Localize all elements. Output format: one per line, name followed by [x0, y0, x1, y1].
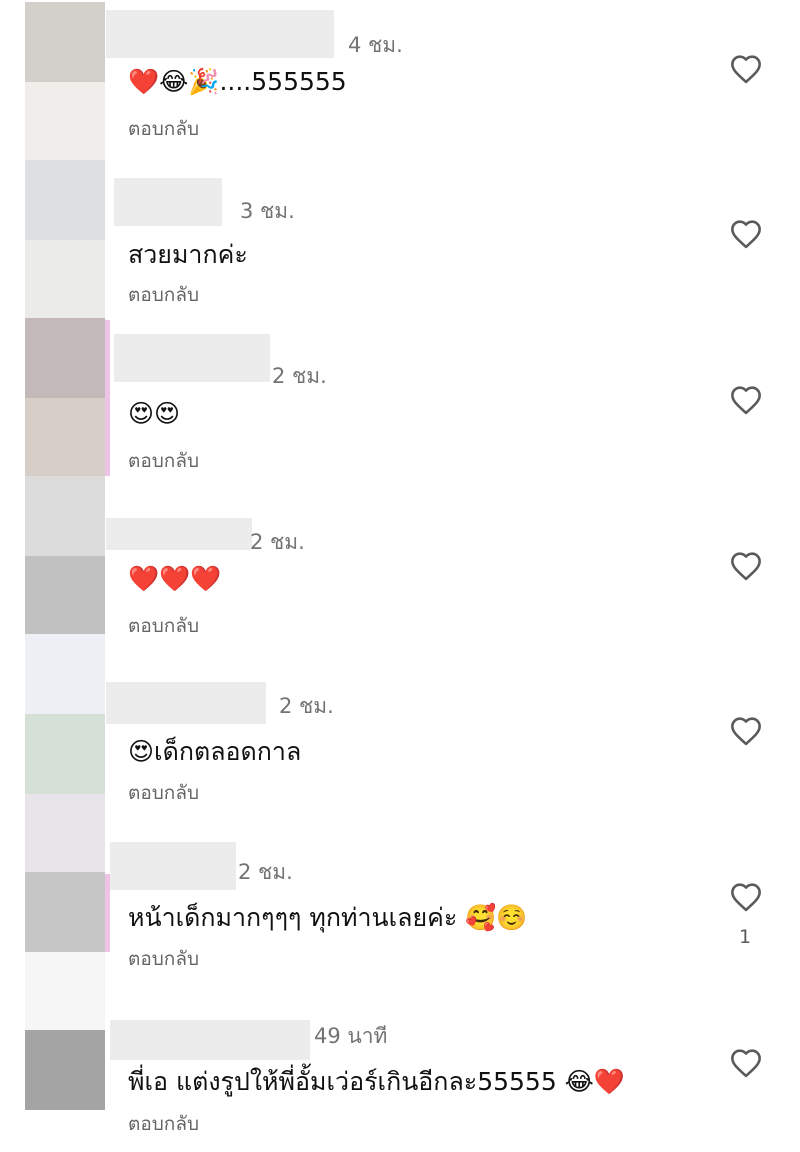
comment-item: 3 ชม. สวยมากค่ะ ตอบกลับ	[0, 166, 800, 331]
heart-outline-icon[interactable]	[729, 716, 763, 746]
reply-button[interactable]: ตอบกลับ	[128, 280, 199, 310]
comment-item: 2 ชม. 😍😍 ตอบกลับ	[0, 332, 800, 497]
heart-outline-icon[interactable]	[729, 882, 763, 912]
comment-item: 2 ชม. ❤️❤️❤️ ตอบกลับ	[0, 498, 800, 663]
comment-time: 2 ชม.	[272, 364, 327, 388]
comment-text: 😍เด็กตลอดกาล	[128, 737, 302, 766]
comment-item: 2 ชม. 😍เด็กตลอดกาล ตอบกลับ	[0, 664, 800, 829]
like-count: 1	[738, 926, 752, 948]
comment-time: 2 ชม.	[238, 860, 293, 884]
comment-time: 3 ชม.	[240, 199, 295, 223]
heart-outline-icon[interactable]	[729, 219, 763, 249]
comment-item: 49 นาที พี่เอ แต่งรูปให้พี่อั้มเว่อร์เกิ…	[0, 996, 800, 1152]
comment-text: 😍😍	[128, 399, 181, 428]
comment-time: 49 นาที	[314, 1024, 388, 1048]
username-redacted[interactable]	[106, 518, 252, 550]
username-redacted[interactable]	[106, 682, 266, 724]
username-redacted[interactable]	[114, 334, 270, 382]
heart-outline-icon[interactable]	[729, 551, 763, 581]
reply-button[interactable]: ตอบกลับ	[128, 611, 199, 641]
comments-screen: 4 ชม. ❤️😂🎉....555555 ตอบกลับ 3 ชม. สวยมา…	[0, 0, 800, 1152]
username-redacted[interactable]	[110, 1020, 310, 1060]
heart-outline-icon[interactable]	[729, 54, 763, 84]
comment-item: 2 ชม. หน้าเด็กมากๆๆๆ ทุกท่านเลยค่ะ 🥰☺️ ต…	[0, 830, 800, 995]
comment-text: ❤️❤️❤️	[128, 564, 222, 593]
username-redacted[interactable]	[106, 10, 334, 58]
comment-text: สวยมากค่ะ	[128, 240, 248, 269]
username-redacted[interactable]	[114, 178, 222, 226]
comment-time: 4 ชม.	[348, 33, 403, 57]
reply-button[interactable]: ตอบกลับ	[128, 114, 199, 144]
reply-button[interactable]: ตอบกลับ	[128, 1109, 199, 1139]
comment-text: ❤️😂🎉....555555	[128, 67, 347, 96]
comment-time: 2 ชม.	[250, 530, 305, 554]
comment-time: 2 ชม.	[279, 694, 334, 718]
heart-outline-icon[interactable]	[729, 1048, 763, 1078]
heart-outline-icon[interactable]	[729, 385, 763, 415]
username-redacted[interactable]	[110, 842, 236, 890]
comment-text: พี่เอ แต่งรูปให้พี่อั้มเว่อร์เกินอีกละ55…	[128, 1067, 626, 1096]
reply-button[interactable]: ตอบกลับ	[128, 446, 199, 476]
comment-item: 4 ชม. ❤️😂🎉....555555 ตอบกลับ	[0, 0, 800, 165]
comment-text: หน้าเด็กมากๆๆๆ ทุกท่านเลยค่ะ 🥰☺️	[128, 903, 528, 932]
reply-button[interactable]: ตอบกลับ	[128, 778, 199, 808]
reply-button[interactable]: ตอบกลับ	[128, 944, 199, 974]
